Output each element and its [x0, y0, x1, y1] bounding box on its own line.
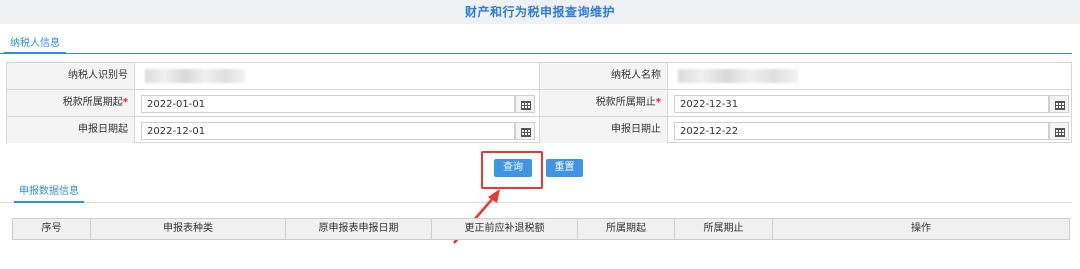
- filing-end-input[interactable]: [674, 122, 1049, 140]
- column-header: 更正前应补退税额: [432, 219, 578, 239]
- column-header: 序号: [13, 219, 91, 239]
- required-mark: *: [122, 97, 128, 108]
- period-start-input[interactable]: [141, 95, 515, 113]
- filing-end-label: 申报日期止: [540, 117, 668, 143]
- column-header: 所属期止: [675, 219, 773, 239]
- taxpayer-name-label: 纳税人名称: [540, 63, 668, 89]
- data-tab-bar: 申报数据信息: [0, 185, 1072, 203]
- taxpayer-name-value: [668, 63, 1071, 89]
- period-start-calendar-button[interactable]: [515, 95, 535, 113]
- calendar-icon: [521, 128, 531, 137]
- taxpayer-tab-bar: 纳税人信息: [0, 36, 1072, 54]
- period-end-input[interactable]: [674, 95, 1049, 113]
- tab-filing-data[interactable]: 申报数据信息: [14, 185, 84, 203]
- column-header: 原申报表申报日期: [286, 219, 432, 239]
- taxpayer-id-label: 纳税人识别号: [7, 63, 135, 89]
- period-end-label: 税款所属期止*: [540, 90, 668, 116]
- title-bar: 财产和行为税申报查询维护: [0, 0, 1080, 24]
- filing-start-calendar-button[interactable]: [515, 122, 535, 140]
- redacted-taxpayer-id: [145, 69, 245, 83]
- form-row-period: 税款所属期起* 税款所属期止*: [7, 90, 1071, 117]
- filing-start-label: 申报日期起: [7, 117, 135, 143]
- form-row-taxpayer: 纳税人识别号 纳税人名称: [7, 63, 1071, 90]
- filing-start-input[interactable]: [141, 122, 515, 140]
- required-mark: *: [655, 97, 661, 108]
- calendar-icon: [521, 101, 531, 110]
- period-end-calendar-button[interactable]: [1049, 95, 1069, 113]
- column-header: 操作: [911, 223, 931, 234]
- period-start-label: 税款所属期起*: [7, 90, 135, 116]
- result-table-header: 序号 申报表种类 原申报表申报日期 更正前应补退税额 所属期起 所属期止 操作: [12, 218, 1070, 240]
- redacted-taxpayer-name: [678, 69, 798, 83]
- filing-end-calendar-button[interactable]: [1049, 122, 1069, 140]
- tab-taxpayer-info[interactable]: 纳税人信息: [4, 36, 66, 54]
- taxpayer-id-value: [135, 63, 539, 89]
- taxpayer-form: 纳税人识别号 纳税人名称 税款所属期起* 税款所属期止*: [6, 62, 1072, 143]
- column-header: 申报表种类: [91, 219, 286, 239]
- page-title: 财产和行为税申报查询维护: [464, 5, 615, 19]
- calendar-icon: [1055, 101, 1065, 110]
- calendar-icon: [1055, 128, 1065, 137]
- column-header: 所属期起: [578, 219, 675, 239]
- reset-button[interactable]: 重置: [546, 159, 583, 177]
- highlight-box: [481, 151, 543, 189]
- form-row-filing-date: 申报日期起 申报日期止: [7, 117, 1071, 144]
